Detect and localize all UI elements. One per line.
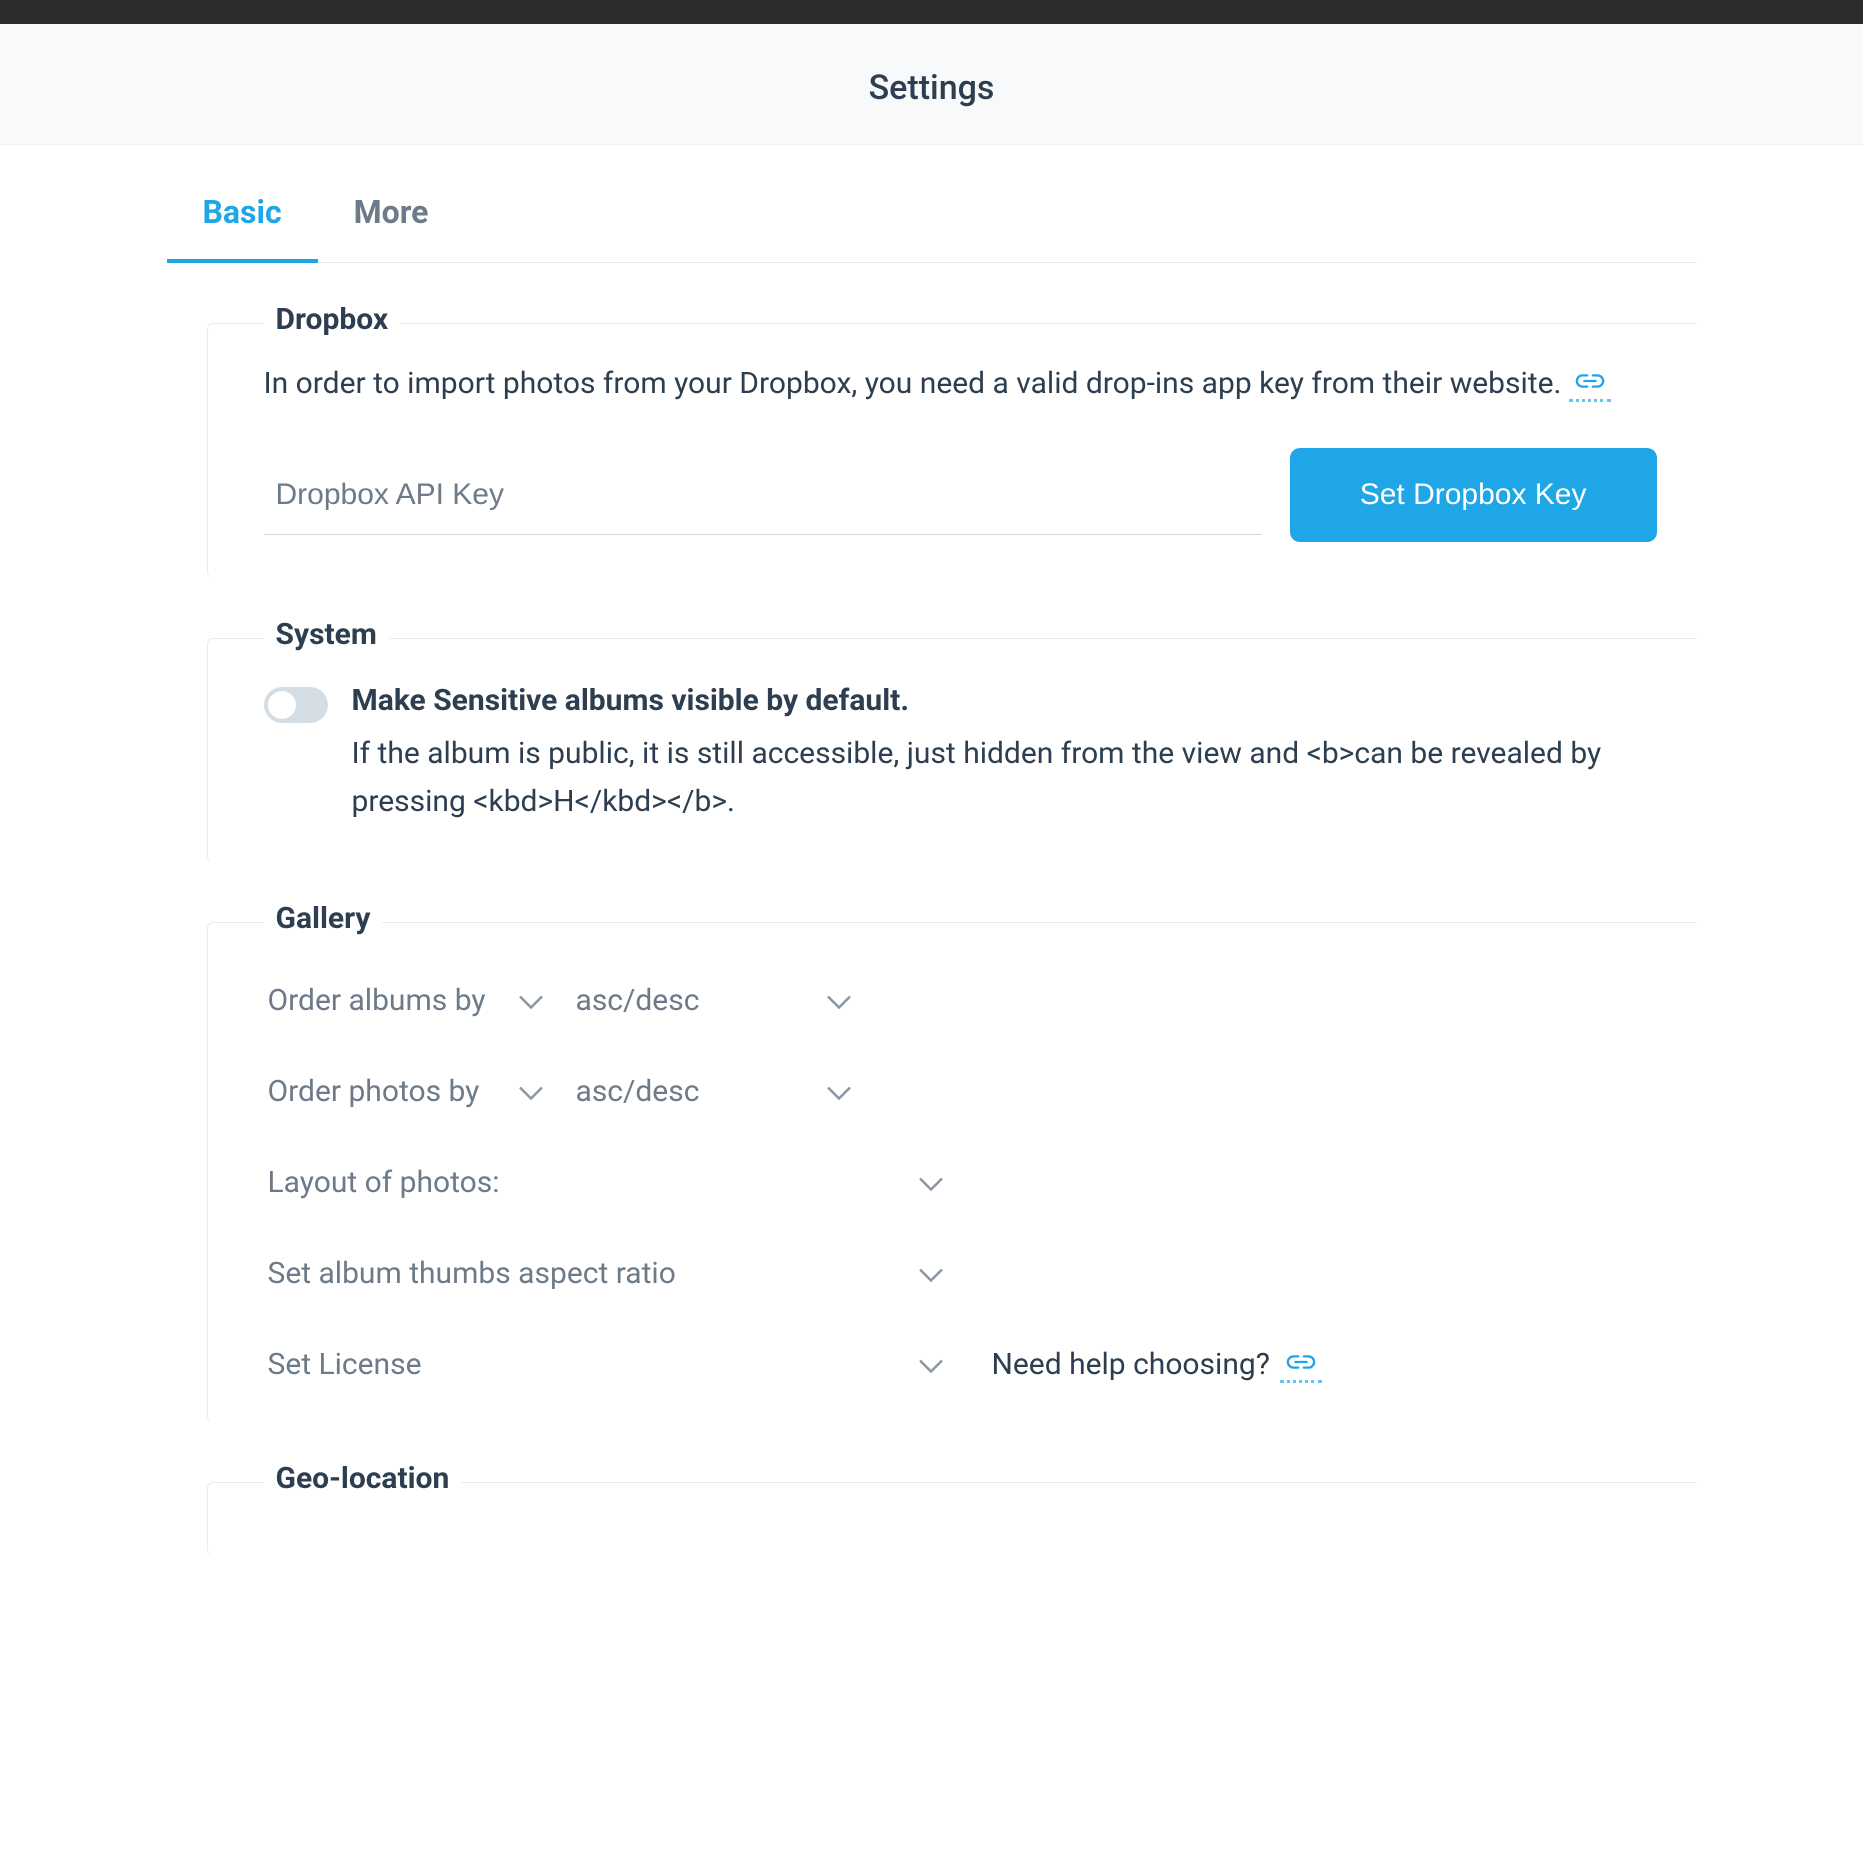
section-legend-system: System [264,617,389,652]
section-legend-geolocation: Geo-location [264,1461,462,1496]
tab-more[interactable]: More [318,169,465,263]
sensitive-toggle-title: Make Sensitive albums visible by default… [352,683,1657,718]
order-albums-select[interactable]: Order albums by [264,979,544,1022]
layout-photos-select[interactable]: Layout of photos: [264,1161,944,1204]
chevron-down-icon [826,983,852,1018]
section-gallery: Gallery Order albums by asc/desc Order p… [207,922,1697,1422]
chevron-down-icon [518,1074,544,1109]
sensitive-toggle-content: Make Sensitive albums visible by default… [352,683,1657,826]
license-help-link[interactable] [1280,1346,1322,1383]
page-header: Settings [0,24,1863,145]
order-albums-row: Order albums by asc/desc [264,979,1657,1022]
dropbox-help-link[interactable] [1569,365,1611,402]
layout-photos-label: Layout of photos: [268,1165,500,1200]
order-photos-select[interactable]: Order photos by [264,1070,544,1113]
license-select[interactable]: Set License [264,1343,944,1386]
chevron-down-icon [918,1347,944,1382]
tab-basic[interactable]: Basic [167,169,318,263]
order-photos-direction-select[interactable]: asc/desc [572,1070,852,1113]
link-icon [1286,1347,1316,1382]
set-dropbox-key-button[interactable]: Set Dropbox Key [1290,448,1657,542]
chevron-down-icon [918,1165,944,1200]
dropbox-api-key-input[interactable] [264,456,1262,535]
license-row: Set License Need help choosing? [264,1343,1657,1386]
chevron-down-icon [918,1256,944,1291]
order-albums-direction-select[interactable]: asc/desc [572,979,852,1022]
order-photos-label: Order photos by [268,1074,480,1109]
aspect-ratio-label: Set album thumbs aspect ratio [268,1256,676,1291]
order-albums-direction-label: asc/desc [576,983,700,1018]
window-topbar [0,0,1863,24]
layout-photos-row: Layout of photos: [264,1161,1657,1204]
section-legend-dropbox: Dropbox [264,302,401,337]
order-photos-direction-label: asc/desc [576,1074,700,1109]
page-title: Settings [0,68,1863,108]
section-dropbox: Dropbox In order to import photos from y… [207,323,1697,578]
section-geolocation: Geo-location [207,1482,1697,1555]
sensitive-toggle-row: Make Sensitive albums visible by default… [264,683,1657,826]
license-help: Need help choosing? [992,1346,1322,1383]
section-system: System Make Sensitive albums visible by … [207,638,1697,862]
aspect-ratio-row: Set album thumbs aspect ratio [264,1252,1657,1295]
link-icon [1575,366,1605,401]
tabs: Basic More [167,169,1697,263]
license-label: Set License [268,1347,422,1382]
sensitive-visible-toggle[interactable] [264,687,328,723]
dropbox-input-row: Set Dropbox Key [264,448,1657,542]
aspect-ratio-select[interactable]: Set album thumbs aspect ratio [264,1252,944,1295]
content-container: Basic More Dropbox In order to import ph… [167,145,1697,1755]
order-photos-row: Order photos by asc/desc [264,1070,1657,1113]
section-legend-gallery: Gallery [264,901,383,936]
sensitive-toggle-desc: If the album is public, it is still acce… [352,730,1657,826]
chevron-down-icon [518,983,544,1018]
order-albums-label: Order albums by [268,983,486,1018]
license-help-text: Need help choosing? [992,1347,1270,1382]
chevron-down-icon [826,1074,852,1109]
dropbox-description: In order to import photos from your Drop… [264,360,1657,408]
